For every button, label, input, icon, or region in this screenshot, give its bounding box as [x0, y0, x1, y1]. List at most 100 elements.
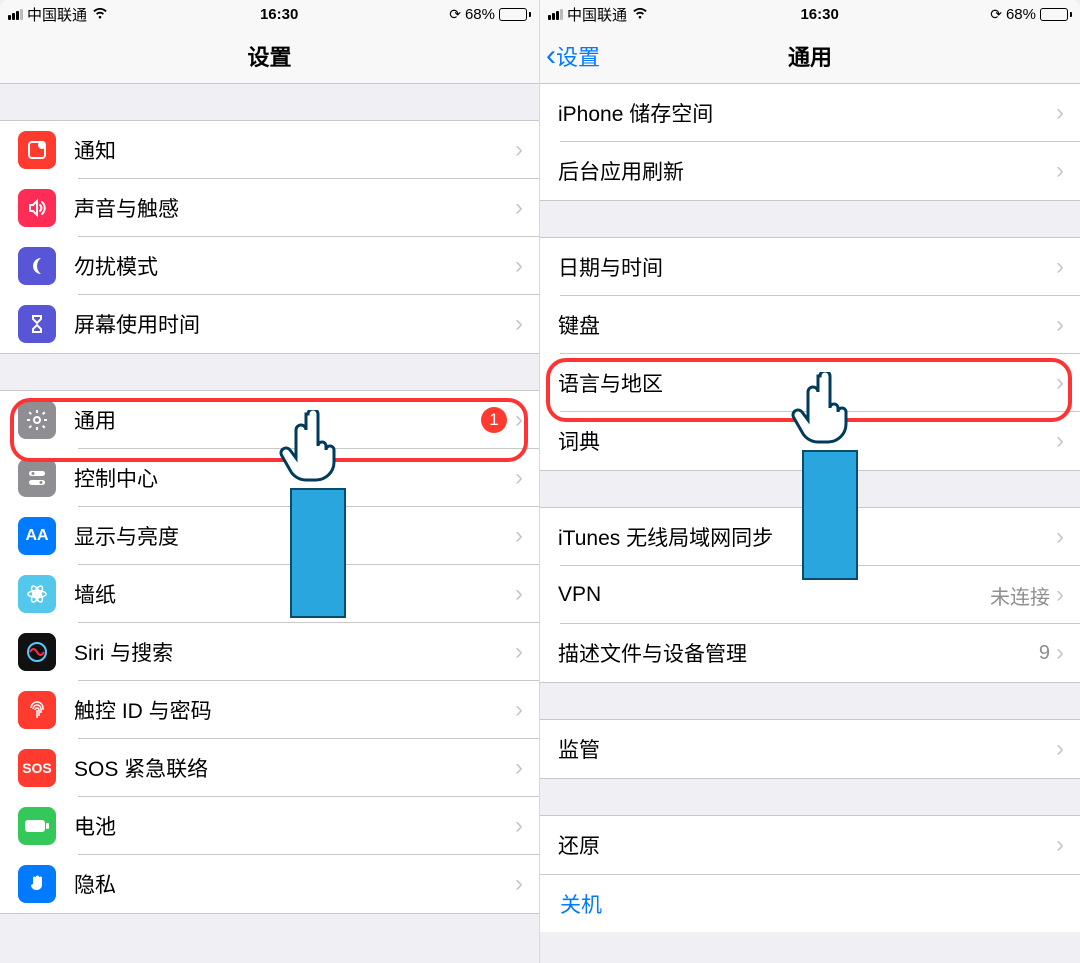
row-label: VPN: [558, 583, 990, 607]
hand-icon: [18, 865, 56, 903]
row-label: 词典: [558, 426, 1056, 456]
status-bar: 中国联通 16:30 ⟳ 68%: [540, 0, 1080, 28]
chevron-right-icon: ›: [1056, 831, 1064, 859]
wifi-icon: [631, 6, 649, 23]
settings-group-1: 通知 › 声音与触感 › 勿扰模式 › 屏幕使用时间 ›: [0, 120, 539, 354]
row-label: 屏幕使用时间: [74, 309, 515, 339]
settings-screen: 中国联通 16:30 ⟳ 68% 设置 通知 › 声音与触感 › 勿扰模式 ›: [0, 0, 540, 963]
row-background-refresh[interactable]: 后台应用刷新 ›: [540, 142, 1080, 200]
settings-group-2: 通用 1 › 控制中心 › AA 显示与亮度 › 墙纸 › Siri 与搜索 ›…: [0, 390, 539, 914]
battery-percent: 68%: [465, 6, 495, 23]
row-label: 后台应用刷新: [558, 156, 1056, 186]
general-screen: 中国联通 16:30 ⟳ 68% ‹ 设置 通用 iPhone 储存空间 › 后…: [540, 0, 1080, 963]
row-shutdown[interactable]: 关机: [540, 874, 1080, 932]
carrier-label: 中国联通: [27, 4, 87, 25]
row-itunes-sync[interactable]: iTunes 无线局域网同步 ›: [540, 508, 1080, 566]
general-group-2: 日期与时间 › 键盘 › 语言与地区 › 词典 ›: [540, 237, 1080, 471]
row-label: 触控 ID 与密码: [74, 695, 515, 725]
general-group-3: iTunes 无线局域网同步 › VPN 未连接 › 描述文件与设备管理 9 ›: [540, 507, 1080, 683]
page-title: 通用: [788, 40, 832, 72]
chevron-right-icon: ›: [1056, 735, 1064, 763]
row-sounds[interactable]: 声音与触感 ›: [0, 179, 539, 237]
row-label: 键盘: [558, 310, 1056, 340]
chevron-right-icon: ›: [515, 464, 523, 492]
row-siri[interactable]: Siri 与搜索 ›: [0, 623, 539, 681]
row-battery[interactable]: 电池 ›: [0, 797, 539, 855]
row-touchid[interactable]: 触控 ID 与密码 ›: [0, 681, 539, 739]
nav-header: 设置: [0, 28, 539, 84]
row-display[interactable]: AA 显示与亮度 ›: [0, 507, 539, 565]
row-control-center[interactable]: 控制中心 ›: [0, 449, 539, 507]
orientation-lock-icon: ⟳: [449, 6, 461, 23]
chevron-right-icon: ›: [1056, 639, 1064, 667]
nav-header: ‹ 设置 通用: [540, 28, 1080, 84]
row-supervision[interactable]: 监管 ›: [540, 720, 1080, 778]
row-reset[interactable]: 还原 ›: [540, 816, 1080, 874]
row-sos[interactable]: SOS SOS 紧急联络 ›: [0, 739, 539, 797]
signal-icon: [8, 9, 23, 20]
wifi-icon: [91, 6, 109, 23]
chevron-right-icon: ›: [1056, 157, 1064, 185]
status-time: 16:30: [260, 6, 298, 23]
row-label: 电池: [74, 811, 515, 841]
general-group-5: 还原 ›: [540, 815, 1080, 875]
chevron-right-icon: ›: [1056, 523, 1064, 551]
row-label: iTunes 无线局域网同步: [558, 522, 1056, 552]
orientation-lock-icon: ⟳: [990, 6, 1002, 23]
chevron-right-icon: ›: [515, 870, 523, 898]
row-label: 通用: [74, 405, 481, 435]
row-label: 隐私: [74, 869, 515, 899]
row-detail: 未连接: [990, 581, 1050, 610]
chevron-right-icon: ›: [515, 252, 523, 280]
battery-icon: [499, 8, 531, 21]
chevron-right-icon: ›: [515, 310, 523, 338]
shutdown-label: 关机: [560, 889, 1060, 919]
row-keyboard[interactable]: 键盘 ›: [540, 296, 1080, 354]
moon-icon: [18, 247, 56, 285]
row-label: 描述文件与设备管理: [558, 638, 1039, 668]
row-wallpaper[interactable]: 墙纸 ›: [0, 565, 539, 623]
sound-icon: [18, 189, 56, 227]
chevron-left-icon: ‹: [546, 41, 556, 71]
row-screentime[interactable]: 屏幕使用时间 ›: [0, 295, 539, 353]
switches-icon: [18, 459, 56, 497]
chevron-right-icon: ›: [515, 580, 523, 608]
row-dnd[interactable]: 勿扰模式 ›: [0, 237, 539, 295]
row-label: 通知: [74, 135, 515, 165]
row-vpn[interactable]: VPN 未连接 ›: [540, 566, 1080, 624]
chevron-right-icon: ›: [515, 812, 523, 840]
chevron-right-icon: ›: [515, 194, 523, 222]
status-bar: 中国联通 16:30 ⟳ 68%: [0, 0, 539, 28]
chevron-right-icon: ›: [1056, 253, 1064, 281]
signal-icon: [548, 9, 563, 20]
row-label: 控制中心: [74, 463, 515, 493]
page-title: 设置: [247, 40, 291, 72]
row-profiles[interactable]: 描述文件与设备管理 9 ›: [540, 624, 1080, 682]
row-label: 监管: [558, 734, 1056, 764]
gear-icon: [18, 401, 56, 439]
chevron-right-icon: ›: [1056, 311, 1064, 339]
battery-percent: 68%: [1006, 6, 1036, 23]
row-general[interactable]: 通用 1 ›: [0, 391, 539, 449]
row-language-region[interactable]: 语言与地区 ›: [540, 354, 1080, 412]
chevron-right-icon: ›: [1056, 427, 1064, 455]
chevron-right-icon: ›: [1056, 581, 1064, 609]
chevron-right-icon: ›: [515, 406, 523, 434]
general-group-4: 监管 ›: [540, 719, 1080, 779]
sos-icon: SOS: [18, 749, 56, 787]
hourglass-icon: [18, 305, 56, 343]
row-storage[interactable]: iPhone 储存空间 ›: [540, 84, 1080, 142]
back-button[interactable]: ‹ 设置: [546, 40, 600, 72]
row-privacy[interactable]: 隐私 ›: [0, 855, 539, 913]
chevron-right-icon: ›: [515, 638, 523, 666]
row-notifications[interactable]: 通知 ›: [0, 121, 539, 179]
row-label: Siri 与搜索: [74, 637, 515, 667]
notification-badge: 1: [481, 407, 507, 433]
row-label: 还原: [558, 830, 1056, 860]
row-datetime[interactable]: 日期与时间 ›: [540, 238, 1080, 296]
back-label: 设置: [556, 40, 600, 72]
battery-row-icon: [18, 807, 56, 845]
carrier-label: 中国联通: [567, 4, 627, 25]
chevron-right-icon: ›: [515, 136, 523, 164]
row-dictionary[interactable]: 词典 ›: [540, 412, 1080, 470]
